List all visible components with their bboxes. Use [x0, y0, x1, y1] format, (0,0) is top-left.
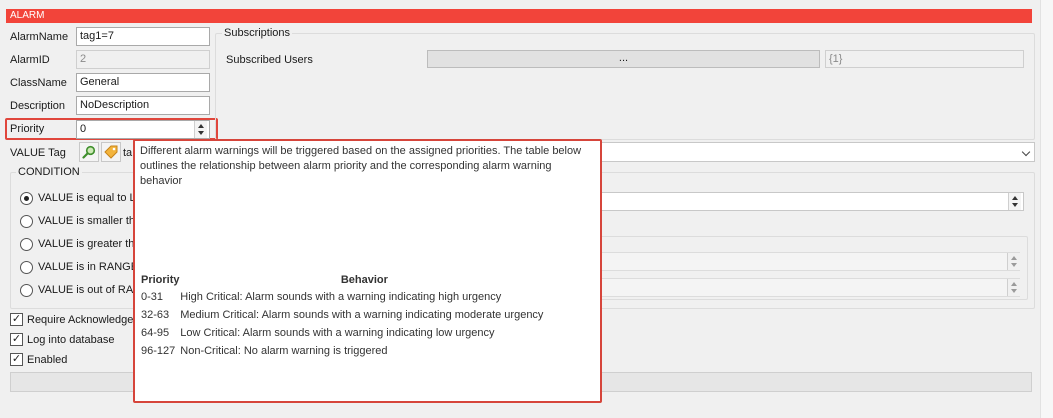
condition-option-label: VALUE is smaller tha: [38, 215, 142, 227]
tooltip-intro: Different alarm warnings will be trigger…: [140, 145, 582, 187]
condition-radio-smaller[interactable]: [20, 215, 33, 228]
priority-range: 64-95: [141, 327, 170, 339]
priority-spinbox[interactable]: 0: [76, 120, 210, 139]
condition-radio-equal[interactable]: [20, 192, 33, 205]
table-row: 96-127 Non-Critical: No alarm warning is…: [141, 344, 548, 362]
subscribed-users-count: {1}: [825, 50, 1024, 68]
condition-radio-out-of-range[interactable]: [20, 284, 33, 297]
table-row: 0-31 High Critical: Alarm sounds with a …: [141, 290, 548, 308]
spin-down-icon: [1011, 289, 1017, 293]
alarm-name-input[interactable]: tag1=7: [76, 27, 210, 46]
range-low-input: [600, 252, 1020, 271]
require-acknowledge-label: Require Acknowledge: [27, 314, 134, 326]
condition-option-label: VALUE is in RANGE: [38, 261, 139, 273]
priority-range: 32-63: [141, 309, 170, 321]
alarm-name-label: AlarmName: [10, 31, 69, 43]
range-high-spinner: [1007, 279, 1020, 296]
condition-radio-greater[interactable]: [20, 238, 33, 251]
condition-option-label: VALUE is out of RAN: [38, 284, 142, 296]
condition-option-label: VALUE is equal to LI: [38, 192, 139, 204]
range-high-input: [600, 278, 1020, 297]
spin-down-icon: [1011, 263, 1017, 267]
condition-title: CONDITION: [16, 166, 82, 178]
spin-up-icon[interactable]: [198, 124, 204, 128]
table-row: 64-95 Low Critical: Alarm sounds with a …: [141, 326, 548, 344]
require-acknowledge-checkbox[interactable]: ✓: [10, 313, 23, 326]
priority-column-header: Priority: [141, 274, 180, 286]
description-input[interactable]: NoDescription: [76, 96, 210, 115]
description-label: Description: [10, 100, 66, 112]
tag-select-button[interactable]: [101, 142, 121, 162]
alarm-title-bar: ALARM: [6, 9, 1032, 23]
condition-radio-in-range[interactable]: [20, 261, 33, 274]
tag-icon: [104, 145, 118, 159]
tag-search-button[interactable]: [79, 142, 99, 162]
spin-down-icon[interactable]: [1012, 203, 1018, 207]
magnifier-icon: [82, 145, 96, 159]
spin-down-icon[interactable]: [198, 131, 204, 135]
spin-up-icon: [1011, 282, 1017, 286]
alarm-id-input: 2: [76, 50, 210, 69]
subscribed-users-label: Subscribed Users: [226, 54, 313, 66]
behavior-text: Non-Critical: No alarm warning is trigge…: [180, 345, 388, 357]
priority-range: 0-31: [141, 291, 164, 303]
class-name-input[interactable]: General: [76, 73, 210, 92]
priority-tooltip: Different alarm warnings will be trigger…: [133, 139, 602, 403]
value-tag-combo[interactable]: [600, 142, 1035, 162]
limit-value-input[interactable]: [600, 192, 1024, 211]
table-header-row: Priority Behavior: [141, 274, 548, 290]
priority-behavior-table: Priority Behavior 0-31 High Critical: Al…: [141, 274, 548, 362]
limit-spinner[interactable]: [1008, 193, 1021, 210]
behavior-text: High Critical: Alarm sounds with a warni…: [180, 291, 502, 303]
right-scroll-strip[interactable]: [1040, 0, 1053, 418]
enabled-checkbox[interactable]: ✓: [10, 353, 23, 366]
range-low-spinner: [1007, 253, 1020, 270]
table-row: 32-63 Medium Critical: Alarm sounds with…: [141, 308, 548, 326]
behavior-column-header: Behavior: [340, 274, 388, 286]
priority-label: Priority: [10, 123, 45, 135]
chevron-down-icon[interactable]: [1021, 147, 1031, 157]
class-name-label: ClassName: [10, 77, 67, 89]
spin-up-icon[interactable]: [1012, 196, 1018, 200]
behavior-text: Medium Critical: Alarm sounds with a war…: [180, 309, 544, 321]
value-tag-text: ta: [123, 147, 133, 159]
spin-up-icon: [1011, 256, 1017, 260]
subscribed-users-button[interactable]: ...: [427, 50, 820, 68]
log-into-database-label: Log into database: [27, 334, 115, 346]
behavior-text: Low Critical: Alarm sounds with a warnin…: [180, 327, 495, 339]
alarm-id-label: AlarmID: [10, 54, 50, 66]
log-into-database-checkbox[interactable]: ✓: [10, 333, 23, 346]
priority-range: 96-127: [141, 345, 176, 357]
subscriptions-title: Subscriptions: [222, 27, 293, 39]
enabled-label: Enabled: [27, 354, 68, 366]
priority-spinner[interactable]: [194, 121, 207, 138]
condition-option-label: VALUE is greater th: [38, 238, 135, 250]
value-tag-label: VALUE Tag: [10, 147, 66, 159]
